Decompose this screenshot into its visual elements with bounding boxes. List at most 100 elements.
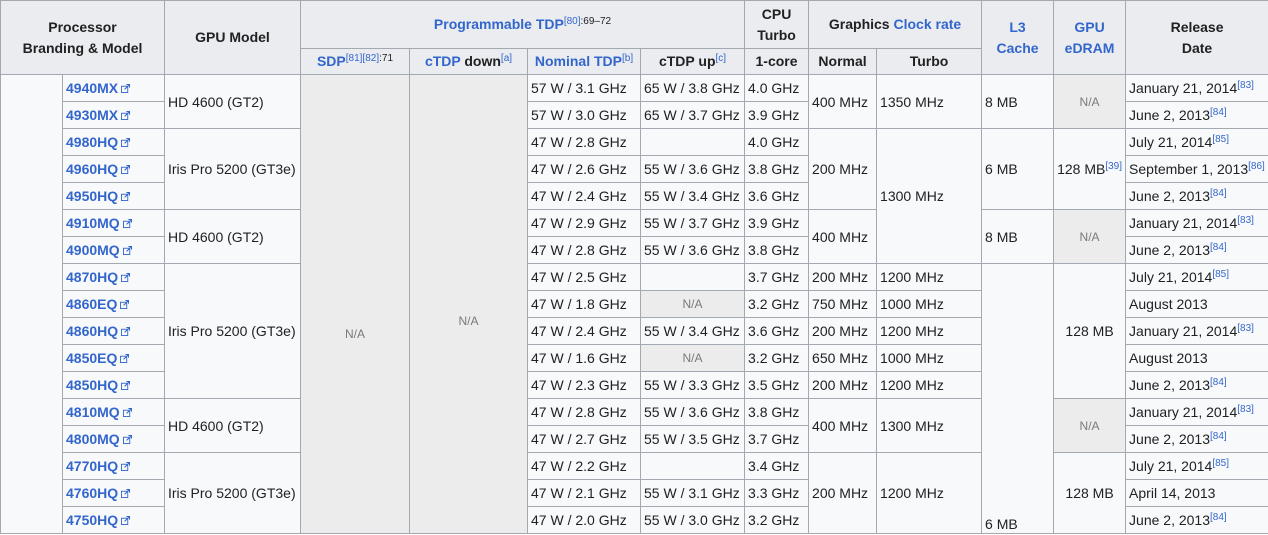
release-date-cell: July 21, 2014[85] bbox=[1125, 128, 1268, 156]
gpu-model-cell[interactable]: HD 4600 (GT2) bbox=[164, 209, 301, 264]
citation-ref[interactable]: [83] bbox=[1237, 215, 1254, 226]
header-nominal-tdp[interactable]: Nominal TDP[b] bbox=[527, 48, 641, 75]
external-link-icon bbox=[121, 489, 131, 498]
nominal-tdp-cell: 57 W / 3.0 GHz bbox=[527, 101, 641, 129]
header-graphics-clock[interactable]: Graphics Clock rate bbox=[808, 0, 983, 49]
gpu-edram-cell: N/A bbox=[1053, 74, 1127, 129]
graphics-normal-cell: 400 MHz bbox=[808, 398, 878, 453]
l3-cache-cell: 6 MB bbox=[981, 128, 1055, 210]
gpu-model-cell[interactable]: HD 4600 (GT2) bbox=[164, 74, 301, 129]
gpu-model-cell[interactable]: Iris Pro 5200 (GT3e) bbox=[164, 128, 301, 210]
release-date-cell: July 21, 2014[85] bbox=[1125, 452, 1268, 480]
citation-ref[interactable]: [83] bbox=[1237, 404, 1254, 415]
citation-ref[interactable]: [84] bbox=[1210, 188, 1227, 199]
release-date-cell: January 21, 2014[83] bbox=[1125, 209, 1268, 237]
model-link[interactable]: 4960HQ bbox=[62, 155, 165, 183]
citation-ref[interactable]: [84] bbox=[1210, 242, 1227, 253]
graphics-normal-cell: 200 MHz bbox=[808, 317, 878, 345]
release-date-cell: June 2, 2013[84] bbox=[1125, 425, 1268, 453]
l3-cache-cell: 6 MB bbox=[981, 263, 1055, 534]
cpu-turbo-cell: 3.7 GHz bbox=[744, 263, 810, 291]
gpu-model-cell[interactable]: Iris Pro 5200 (GT3e) bbox=[164, 452, 301, 534]
header-gpu-edram[interactable]: GPU eDRAM bbox=[1053, 0, 1127, 75]
ctdp-up-cell: 65 W / 3.8 GHz bbox=[639, 74, 746, 102]
external-link-icon bbox=[120, 354, 130, 363]
cpu-turbo-cell: 3.4 GHz bbox=[744, 452, 810, 480]
citation-ref[interactable]: [84] bbox=[1210, 512, 1227, 523]
model-link[interactable]: 4950HQ bbox=[62, 182, 165, 210]
ctdp-up-cell bbox=[639, 452, 746, 480]
branding-cell bbox=[0, 74, 63, 534]
graphics-turbo-cell: 1300 MHz bbox=[876, 398, 983, 453]
model-link[interactable]: 4910MQ bbox=[62, 209, 165, 237]
release-date-cell: June 2, 2013[84] bbox=[1125, 182, 1268, 210]
external-link-icon bbox=[121, 516, 131, 525]
external-link-icon bbox=[122, 246, 132, 255]
graphics-turbo-cell: 1200 MHz bbox=[876, 317, 983, 345]
model-link[interactable]: 4750HQ bbox=[62, 506, 165, 534]
gpu-edram-cell: 128 MB[39] bbox=[1053, 128, 1127, 210]
processor-spec-table: Processor Branding & Model GPU Model Prog… bbox=[0, 0, 1268, 534]
gpu-edram-cell: N/A bbox=[1053, 209, 1127, 264]
citation-ref[interactable]: [83] bbox=[1237, 323, 1254, 334]
ctdp-up-cell: 55 W / 3.6 GHz bbox=[639, 236, 746, 264]
citation-ref[interactable]: [83] bbox=[1237, 80, 1254, 91]
external-link-icon bbox=[121, 138, 131, 147]
model-link[interactable]: 4870HQ bbox=[62, 263, 165, 291]
graphics-turbo-cell: 1000 MHz bbox=[876, 344, 983, 372]
citation-ref[interactable]: [84] bbox=[1210, 377, 1227, 388]
citation-ref[interactable]: [85] bbox=[1212, 134, 1229, 145]
external-link-icon bbox=[121, 381, 131, 390]
model-link[interactable]: 4850EQ bbox=[62, 344, 165, 372]
graphics-normal-cell: 200 MHz bbox=[808, 263, 878, 291]
ctdp-up-cell: 65 W / 3.7 GHz bbox=[639, 101, 746, 129]
model-link[interactable]: 4850HQ bbox=[62, 371, 165, 399]
citation-ref[interactable]: [86] bbox=[1248, 161, 1265, 172]
release-date-cell: July 21, 2014[85] bbox=[1125, 263, 1268, 291]
external-link-icon bbox=[121, 327, 131, 336]
header-ctdp-down[interactable]: cTDP down[a] bbox=[409, 48, 528, 75]
gpu-model-cell[interactable]: HD 4600 (GT2) bbox=[164, 398, 301, 453]
model-link[interactable]: 4760HQ bbox=[62, 479, 165, 507]
external-link-icon bbox=[121, 462, 131, 471]
cpu-turbo-cell: 3.8 GHz bbox=[744, 398, 810, 426]
model-link[interactable]: 4800MQ bbox=[62, 425, 165, 453]
nominal-tdp-cell: 47 W / 2.0 GHz bbox=[527, 506, 641, 534]
release-date-cell: June 2, 2013[84] bbox=[1125, 506, 1268, 534]
model-link[interactable]: 4860EQ bbox=[62, 290, 165, 318]
model-link[interactable]: 4770HQ bbox=[62, 452, 165, 480]
ctdp-up-cell: 55 W / 3.6 GHz bbox=[639, 155, 746, 183]
nominal-tdp-cell: 47 W / 2.8 GHz bbox=[527, 398, 641, 426]
ctdp-up-cell: 55 W / 3.3 GHz bbox=[639, 371, 746, 399]
ctdp-up-cell: 55 W / 3.7 GHz bbox=[639, 209, 746, 237]
table-row: 4940MX HD 4600 (GT2) N/A N/A 57 W / 3.1 GHz 6… bbox=[0, 74, 1268, 534]
model-link[interactable]: 4860HQ bbox=[62, 317, 165, 345]
citation-ref[interactable]: [85] bbox=[1212, 458, 1229, 469]
external-link-icon bbox=[121, 84, 131, 93]
ctdp-up-cell: 55 W / 3.4 GHz bbox=[639, 182, 746, 210]
citation-ref[interactable]: [85] bbox=[1212, 269, 1229, 280]
citation-ref[interactable]: [84] bbox=[1210, 107, 1227, 118]
gpu-model-cell[interactable]: Iris Pro 5200 (GT3e) bbox=[164, 263, 301, 399]
graphics-normal-cell: 400 MHz bbox=[808, 209, 878, 264]
release-date-cell: January 21, 2014[83] bbox=[1125, 74, 1268, 102]
cpu-turbo-cell: 3.7 GHz bbox=[744, 425, 810, 453]
header-cpu-turbo: CPU Turbo bbox=[744, 0, 810, 49]
nominal-tdp-cell: 47 W / 1.8 GHz bbox=[527, 290, 641, 318]
model-link[interactable]: 4930MX bbox=[62, 101, 165, 129]
header-programmable-tdp[interactable]: Programmable TDP[80]:69–72 bbox=[299, 0, 746, 49]
external-link-icon bbox=[121, 111, 131, 120]
model-link[interactable]: 4980HQ bbox=[62, 128, 165, 156]
model-link[interactable]: 4900MQ bbox=[62, 236, 165, 264]
model-link[interactable]: 4940MX bbox=[62, 74, 165, 102]
header-release-date: Release Date bbox=[1125, 0, 1268, 75]
citation-ref[interactable]: [84] bbox=[1210, 431, 1227, 442]
header-l3-cache[interactable]: L3 Cache bbox=[981, 0, 1055, 75]
cpu-turbo-cell: 3.9 GHz bbox=[744, 101, 810, 129]
header-gpu-model: GPU Model bbox=[164, 0, 301, 75]
graphics-normal-cell: 650 MHz bbox=[808, 344, 878, 372]
model-link[interactable]: 4810MQ bbox=[62, 398, 165, 426]
header-ctdp-up[interactable]: cTDP up[c] bbox=[639, 48, 746, 75]
header-sdp[interactable]: SDP[81][82]:71 bbox=[300, 48, 410, 75]
release-date-cell: January 21, 2014[83] bbox=[1125, 398, 1268, 426]
